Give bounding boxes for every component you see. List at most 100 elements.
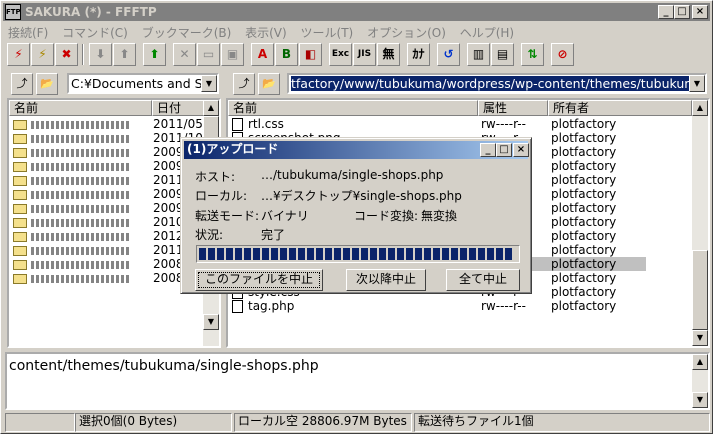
remote-owner-cell: plotfactory xyxy=(551,243,617,257)
remote-owner-cell: plotfactory xyxy=(551,117,617,131)
remote-scrollbar[interactable]: ▲ ▼ xyxy=(692,100,708,346)
obscured-folder-name xyxy=(31,176,131,185)
menu-tools[interactable]: ツール(T) xyxy=(296,22,359,43)
progress-block xyxy=(217,248,224,260)
download-icon[interactable]: ⬇ xyxy=(89,43,112,66)
stop-icon[interactable]: ⊘ xyxy=(551,43,574,66)
scroll-down-icon[interactable]: ▼ xyxy=(692,392,708,408)
obscured-folder-name xyxy=(31,232,131,241)
abort-next-button[interactable]: 次以降中止 xyxy=(346,269,426,291)
minimize-button[interactable]: _ xyxy=(658,5,674,19)
auto-mode-icon[interactable]: ◧ xyxy=(299,43,322,66)
menu-help[interactable]: ヘルプ(H) xyxy=(455,22,519,43)
remote-file-row[interactable]: tag.php rw----r-- plotfactory xyxy=(228,299,646,313)
local-header-name[interactable]: 名前 xyxy=(9,100,152,116)
jis-button[interactable]: JIS xyxy=(353,43,376,66)
list-view-icon[interactable]: ▥ xyxy=(467,43,490,66)
local-date-cell: 2009 xyxy=(153,187,184,201)
remote-owner-cell: plotfactory xyxy=(551,145,617,159)
maximize-button[interactable]: □ xyxy=(674,5,690,19)
local-header-date[interactable]: 日付 xyxy=(152,100,205,116)
dialog-close-button[interactable]: × xyxy=(513,143,529,157)
local-folder-row[interactable]: 2011 xyxy=(13,243,201,257)
progress-block xyxy=(424,248,431,260)
progress-block xyxy=(361,248,368,260)
status-local-free: ローカル空 28806.97M Bytes xyxy=(234,413,412,432)
local-folder-row[interactable]: 2009 xyxy=(13,187,201,201)
quick-connect-icon[interactable]: ⚡ xyxy=(31,43,54,66)
ascii-mode-button[interactable]: A xyxy=(251,43,274,66)
menu-options[interactable]: オプション(O) xyxy=(362,22,451,43)
mkdir-icon[interactable]: ▣ xyxy=(221,43,244,66)
menu-bookmark[interactable]: ブックマーク(B) xyxy=(137,22,237,43)
remote-open-folder-icon[interactable]: 📂 xyxy=(258,73,280,95)
progress-block xyxy=(262,248,269,260)
log-scrollbar[interactable]: ▲ ▼ xyxy=(692,354,708,408)
dialog-maximize-button[interactable]: □ xyxy=(496,143,512,157)
chevron-down-icon[interactable]: ▼ xyxy=(689,75,705,92)
obscured-folder-name xyxy=(31,274,131,283)
local-folder-row[interactable]: 2008/10/ xyxy=(13,257,207,271)
remote-header-owner[interactable]: 所有者 xyxy=(548,100,692,116)
local-folder-row[interactable]: 2008/10/ xyxy=(13,271,207,285)
abort-all-button[interactable]: 全て中止 xyxy=(446,269,520,291)
delete-icon[interactable]: ✕ xyxy=(173,43,196,66)
local-folder-row[interactable]: 2009 xyxy=(13,145,201,159)
local-folder-row[interactable]: 2011/05/ xyxy=(13,117,207,131)
local-folder-row[interactable]: 2009 xyxy=(13,159,201,173)
remote-file-row[interactable]: rtl.css rw----r-- plotfactory xyxy=(228,117,646,131)
local-up-folder-icon[interactable]: ⤴ xyxy=(11,73,33,95)
obscured-folder-name xyxy=(31,162,131,171)
close-button[interactable]: × xyxy=(692,5,708,19)
menu-connect[interactable]: 接続(F) xyxy=(3,22,53,43)
dialog-minimize-button[interactable]: _ xyxy=(480,143,496,157)
connect-icon[interactable]: ⚡ xyxy=(7,43,30,66)
remote-header-name[interactable]: 名前 xyxy=(228,100,478,116)
main-window: FTP SAKURA (*) - FFFTP _ □ × 接続(F) コマンド(… xyxy=(0,0,713,434)
progress-block xyxy=(415,248,422,260)
refresh-icon[interactable]: ↺ xyxy=(437,43,460,66)
log-pane[interactable]: content/themes/tubukuma/single-shops.php… xyxy=(5,352,710,410)
local-folder-row[interactable]: 2011/10/ xyxy=(13,131,207,145)
menu-command[interactable]: コマンド(C) xyxy=(57,22,133,43)
disconnect-icon[interactable]: ✖ xyxy=(55,43,78,66)
scroll-up-icon[interactable]: ▲ xyxy=(692,100,708,116)
upload-icon[interactable]: ⬆ xyxy=(113,43,136,66)
mirror-upload-icon[interactable]: ⬆ xyxy=(143,43,166,66)
remote-header-attr[interactable]: 属性 xyxy=(478,100,548,116)
local-date-cell: 2009 xyxy=(153,159,184,173)
menu-view[interactable]: 表示(V) xyxy=(240,22,292,43)
local-folder-row[interactable]: 2010 xyxy=(13,215,201,229)
local-folder-row[interactable]: 2011 xyxy=(13,173,201,187)
scroll-up-icon[interactable]: ▲ xyxy=(692,354,708,370)
remote-owner-cell: plotfactory xyxy=(551,187,617,201)
sync-icon[interactable]: ⇅ xyxy=(521,43,544,66)
remote-up-folder-icon[interactable]: ⤴ xyxy=(233,73,255,95)
scroll-down-icon[interactable]: ▼ xyxy=(692,330,708,346)
scroll-thumb[interactable] xyxy=(692,250,708,330)
remote-owner-cell: plotfactory xyxy=(551,215,617,229)
scroll-down-icon[interactable]: ▼ xyxy=(203,314,219,330)
progress-block xyxy=(460,248,467,260)
remote-name-cell: rtl.css xyxy=(248,117,284,131)
exec-button[interactable]: Exc xyxy=(329,43,352,66)
no-kanji-button[interactable]: 無 xyxy=(377,43,400,66)
local-open-folder-icon[interactable]: 📂 xyxy=(36,73,58,95)
local-folder-row[interactable]: 2012 xyxy=(13,229,201,243)
abort-file-button[interactable]: このファイルを中止 xyxy=(195,269,323,291)
rename-icon[interactable]: ▭ xyxy=(197,43,220,66)
local-path-combo[interactable]: C:¥Documents and Set ▼ xyxy=(67,73,219,94)
host-label: ホスト: xyxy=(195,170,236,184)
toolbar: ⚡ ⚡ ✖ ⬇ ⬆ ⬆ ✕ ▭ ▣ A B ◧ Exc JIS 無 ｶﾅ ↺ ▥… xyxy=(5,43,710,69)
detail-view-icon[interactable]: ▤ xyxy=(491,43,514,66)
progress-block xyxy=(325,248,332,260)
remote-path-combo[interactable]: tfactory/www/tubukuma/wordpress/wp-conte… xyxy=(287,73,707,94)
remote-name-cell: tag.php xyxy=(248,299,295,313)
progress-block xyxy=(352,248,359,260)
progress-block xyxy=(208,248,215,260)
chevron-down-icon[interactable]: ▼ xyxy=(201,75,217,92)
local-folder-row[interactable]: 2009 xyxy=(13,201,201,215)
binary-mode-button[interactable]: B xyxy=(275,43,298,66)
scroll-up-icon[interactable]: ▲ xyxy=(203,100,219,116)
kana-button[interactable]: ｶﾅ xyxy=(407,43,430,66)
